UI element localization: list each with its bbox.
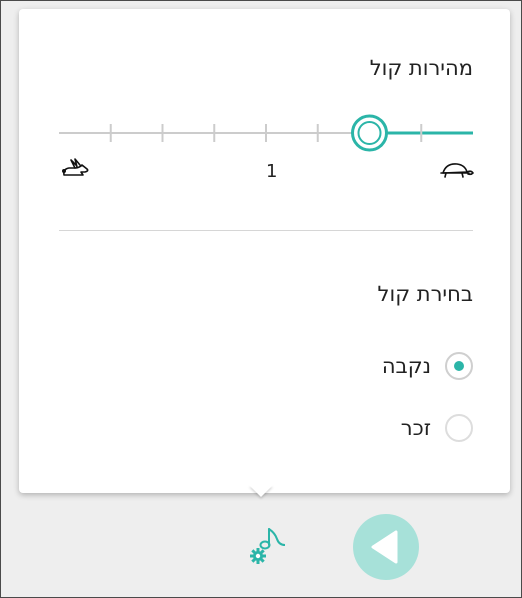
speed-tick-label: 1 <box>266 161 278 182</box>
play-icon <box>371 530 398 564</box>
male-label: זכר <box>400 416 431 440</box>
section-divider <box>59 230 473 231</box>
turtle-icon <box>440 163 474 178</box>
slider-thumb[interactable] <box>351 114 388 152</box>
voice-settings-button[interactable] <box>245 523 286 569</box>
voice-selection-title: בחירת קול <box>377 282 473 306</box>
voice-option-female[interactable]: נקבה <box>382 349 473 383</box>
female-label: נקבה <box>381 354 431 378</box>
female-radio[interactable] <box>445 352 473 380</box>
male-radio[interactable] <box>445 414 473 442</box>
voice-settings-icon <box>250 528 286 564</box>
voice-option-male[interactable]: זכר <box>401 411 473 445</box>
rabbit-icon <box>61 158 89 176</box>
play-button[interactable] <box>353 514 419 580</box>
reading-preferences-panel: מהירות קול 1 בחירת קול נקבה זכר <box>19 9 510 493</box>
panel-pointer <box>249 485 273 497</box>
voice-speed-slider[interactable] <box>19 9 510 189</box>
